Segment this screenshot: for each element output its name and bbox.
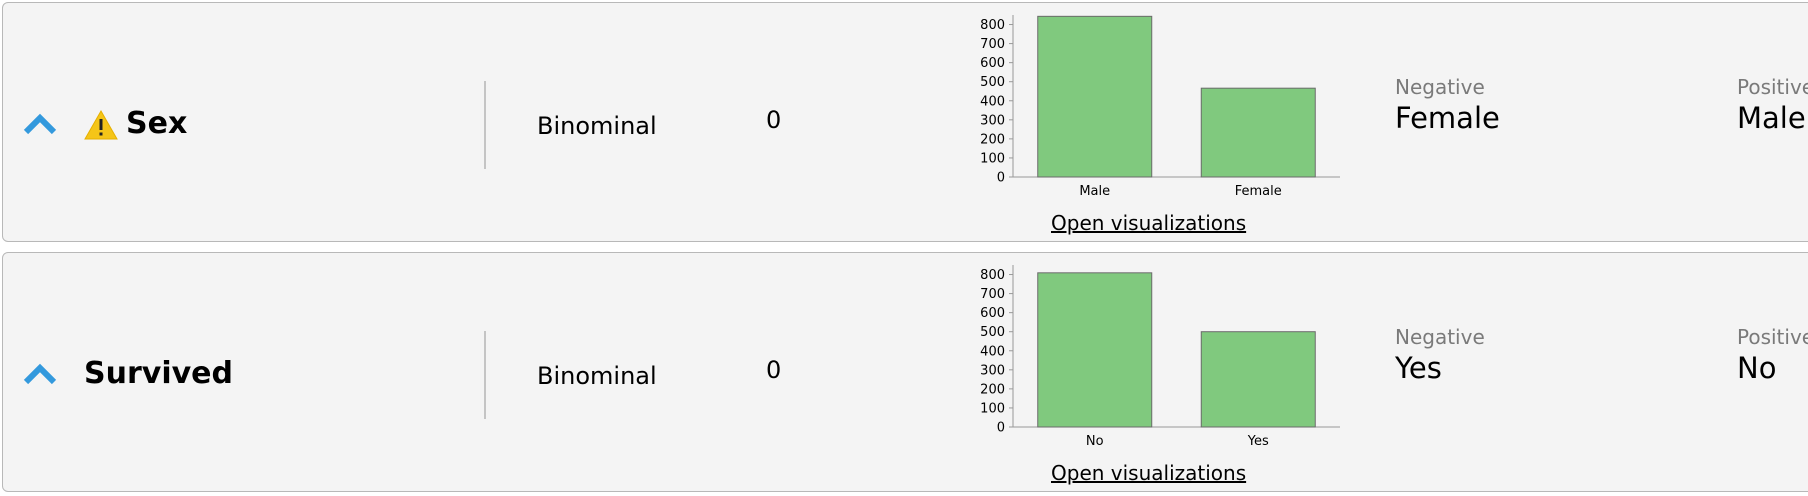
y-tick-label: 800 xyxy=(980,18,1005,33)
y-tick-label: 600 xyxy=(980,306,1005,321)
y-tick-label: 100 xyxy=(980,151,1005,166)
y-tick-label: 200 xyxy=(980,132,1005,147)
open-visualizations-link[interactable]: Open visualizations xyxy=(1051,460,1246,486)
y-tick-label: 600 xyxy=(980,56,1005,71)
attribute-name: Survived xyxy=(84,356,233,391)
attribute-panel-survived: Survived Binominal 0 0 100 200 300 400 500 600… xyxy=(2,252,1808,492)
positive-value: No xyxy=(1737,351,1777,385)
warning-icon xyxy=(84,109,118,140)
histogram-chart-survived: 0 100 200 300 400 500 600 700 800 No Yes xyxy=(980,265,1340,449)
negative-label: Negative xyxy=(1395,75,1485,99)
y-tick-label: 400 xyxy=(980,94,1005,109)
y-tick-label: 500 xyxy=(980,325,1005,340)
x-tick-label: Yes xyxy=(1247,434,1269,449)
bar-male xyxy=(1037,15,1153,178)
y-tick-label: 300 xyxy=(980,113,1005,128)
chevron-up-icon[interactable] xyxy=(23,362,57,386)
y-tick-label: 200 xyxy=(980,382,1005,397)
y-tick-label: 300 xyxy=(980,363,1005,378)
negative-label: Negative xyxy=(1395,325,1485,349)
negative-value: Female xyxy=(1395,101,1500,135)
attribute-type: Binominal xyxy=(537,362,657,390)
chevron-up-icon[interactable] xyxy=(23,112,57,136)
histogram-chart-sex: 0 100 200 300 400 500 600 700 800 Male Female xyxy=(980,15,1340,199)
negative-value: Yes xyxy=(1395,351,1442,385)
positive-value: Male xyxy=(1737,101,1806,135)
attribute-name: Sex xyxy=(126,106,188,141)
column-divider xyxy=(484,81,486,169)
positive-label: Positive xyxy=(1737,75,1808,99)
y-tick-label: 0 xyxy=(997,171,1005,186)
y-tick-label: 800 xyxy=(980,268,1005,283)
x-tick-label: Female xyxy=(1235,184,1282,199)
open-visualizations-link[interactable]: Open visualizations xyxy=(1051,210,1246,236)
bar-no xyxy=(1037,272,1153,428)
attribute-type: Binominal xyxy=(537,112,657,140)
y-tick-label: 700 xyxy=(980,287,1005,302)
x-tick-label: No xyxy=(1086,434,1104,449)
bar-female xyxy=(1200,87,1316,178)
y-tick-label: 500 xyxy=(980,75,1005,90)
positive-label: Positive xyxy=(1737,325,1808,349)
bar-yes xyxy=(1200,331,1316,428)
y-tick-label: 100 xyxy=(980,401,1005,416)
missing-count: 0 xyxy=(766,356,782,384)
x-tick-label: Male xyxy=(1079,184,1110,199)
attribute-panel-sex: Sex Binominal 0 0 100 200 300 400 500 600 700 80… xyxy=(2,2,1808,242)
column-divider xyxy=(484,331,486,419)
missing-count: 0 xyxy=(766,106,782,134)
y-tick-label: 700 xyxy=(980,37,1005,52)
y-tick-label: 400 xyxy=(980,344,1005,359)
y-tick-label: 0 xyxy=(997,421,1005,436)
